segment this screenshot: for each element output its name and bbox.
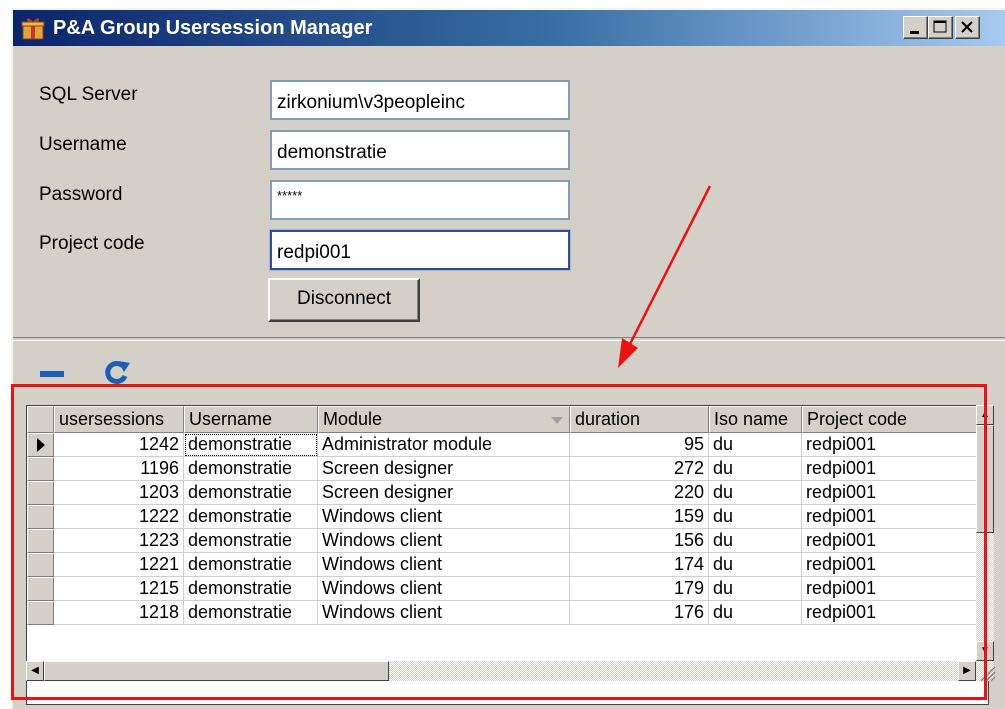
column-header-iso-name[interactable]: Iso name: [709, 406, 802, 433]
column-header-username[interactable]: Username: [184, 406, 318, 433]
table-cell[interactable]: Windows client: [318, 577, 570, 601]
table-cell[interactable]: Windows client: [318, 505, 570, 529]
minimize-button[interactable]: [903, 16, 928, 39]
scroll-up-button[interactable]: ▲: [976, 405, 994, 425]
minus-icon[interactable]: [39, 367, 65, 381]
row-selector[interactable]: [27, 553, 54, 577]
table-cell[interactable]: redpi001: [802, 433, 977, 457]
table-cell[interactable]: redpi001: [802, 553, 977, 577]
table-cell[interactable]: du: [709, 457, 802, 481]
table-cell[interactable]: demonstratie: [184, 457, 318, 481]
current-row-arrow-icon: [37, 438, 45, 452]
annotation-arrow-icon: [618, 185, 712, 368]
table-cell[interactable]: redpi001: [802, 505, 977, 529]
maximize-icon: [933, 20, 947, 33]
table-cell[interactable]: 1223: [54, 529, 184, 553]
column-header-project-code[interactable]: Project code: [802, 406, 977, 433]
gift-box-icon: [21, 18, 45, 40]
row-selector[interactable]: [27, 481, 54, 505]
table-cell[interactable]: Screen designer: [318, 481, 570, 505]
table-cell[interactable]: demonstratie: [184, 601, 318, 625]
vertical-scrollbar[interactable]: ▲ ▼: [976, 405, 994, 661]
size-grip-icon[interactable]: [975, 661, 997, 683]
table-cell[interactable]: demonstratie: [184, 553, 318, 577]
table-cell[interactable]: du: [709, 529, 802, 553]
row-selector[interactable]: [27, 457, 54, 481]
table-cell[interactable]: 1221: [54, 553, 184, 577]
table-cell[interactable]: 1218: [54, 601, 184, 625]
disconnect-button[interactable]: Disconnect: [268, 278, 420, 322]
row-selector[interactable]: [27, 529, 54, 553]
column-header-duration[interactable]: duration: [570, 406, 709, 433]
table-cell[interactable]: redpi001: [802, 601, 977, 625]
table-cell[interactable]: 272: [570, 457, 709, 481]
username-label: Username: [39, 134, 127, 155]
horizontal-scrollbar[interactable]: ◀ ▶: [26, 661, 994, 681]
username-input[interactable]: demonstratie: [270, 130, 570, 170]
table-cell[interactable]: 1222: [54, 505, 184, 529]
sessions-grid[interactable]: usersessions Username Module duration Is…: [26, 405, 989, 705]
close-button[interactable]: [955, 16, 980, 39]
table-cell[interactable]: 176: [570, 601, 709, 625]
table-cell[interactable]: 1196: [54, 457, 184, 481]
table-cell[interactable]: du: [709, 601, 802, 625]
table-cell[interactable]: 174: [570, 553, 709, 577]
table-cell[interactable]: 1203: [54, 481, 184, 505]
table-cell[interactable]: demonstratie: [184, 481, 318, 505]
sql-server-input[interactable]: zirkonium\v3peopleinc: [270, 80, 570, 120]
table-cell[interactable]: redpi001: [802, 457, 977, 481]
table-cell[interactable]: 159: [570, 505, 709, 529]
sort-descending-icon: [551, 417, 563, 424]
column-header-module-label: Module: [323, 409, 383, 429]
minimize-icon: [910, 31, 919, 34]
table-cell[interactable]: Windows client: [318, 601, 570, 625]
table-cell[interactable]: Screen designer: [318, 457, 570, 481]
table-cell[interactable]: du: [709, 577, 802, 601]
sql-server-label: SQL Server: [39, 84, 138, 105]
table-cell[interactable]: demonstratie: [184, 433, 318, 457]
table-cell[interactable]: 95: [570, 433, 709, 457]
table-cell[interactable]: Windows client: [318, 553, 570, 577]
maximize-button[interactable]: [928, 16, 953, 39]
table-cell[interactable]: demonstratie: [184, 577, 318, 601]
table-cell[interactable]: 220: [570, 481, 709, 505]
scroll-right-button[interactable]: ▶: [958, 661, 976, 681]
table-cell[interactable]: Administrator module: [318, 433, 570, 457]
column-header-usersessions[interactable]: usersessions: [54, 406, 184, 433]
table-cell[interactable]: redpi001: [802, 529, 977, 553]
table-cell[interactable]: Windows client: [318, 529, 570, 553]
table-cell[interactable]: demonstratie: [184, 505, 318, 529]
horizontal-scroll-thumb[interactable]: [44, 661, 389, 681]
table-cell[interactable]: demonstratie: [184, 529, 318, 553]
row-selector[interactable]: [27, 601, 54, 625]
row-selector[interactable]: [27, 433, 54, 457]
project-code-label: Project code: [39, 233, 145, 254]
scroll-down-button[interactable]: ▼: [976, 641, 994, 661]
table-cell[interactable]: 1215: [54, 577, 184, 601]
refresh-icon[interactable]: [103, 360, 133, 386]
table-cell[interactable]: 156: [570, 529, 709, 553]
row-selector[interactable]: [27, 577, 54, 601]
window-title: P&A Group Usersession Manager: [53, 17, 373, 39]
table-cell[interactable]: du: [709, 481, 802, 505]
app-window: P&A Group Usersession Manager SQL Server…: [11, 8, 1005, 709]
table-cell[interactable]: redpi001: [802, 481, 977, 505]
vertical-scroll-thumb[interactable]: [976, 425, 994, 533]
scroll-left-button[interactable]: ◀: [26, 661, 44, 681]
column-header-module[interactable]: Module: [318, 406, 570, 433]
close-icon: [961, 21, 973, 33]
table-cell[interactable]: redpi001: [802, 577, 977, 601]
table-cell[interactable]: du: [709, 553, 802, 577]
separator: [13, 337, 1005, 341]
password-input[interactable]: *****: [270, 180, 570, 220]
row-selector-header: [27, 406, 54, 433]
title-bar[interactable]: P&A Group Usersession Manager: [13, 10, 1005, 46]
password-label: Password: [39, 184, 123, 205]
table-cell[interactable]: du: [709, 433, 802, 457]
table-cell[interactable]: 1242: [54, 433, 184, 457]
table-cell[interactable]: 179: [570, 577, 709, 601]
project-code-input[interactable]: redpi001: [269, 229, 571, 271]
row-selector[interactable]: [27, 505, 54, 529]
table-cell[interactable]: du: [709, 505, 802, 529]
